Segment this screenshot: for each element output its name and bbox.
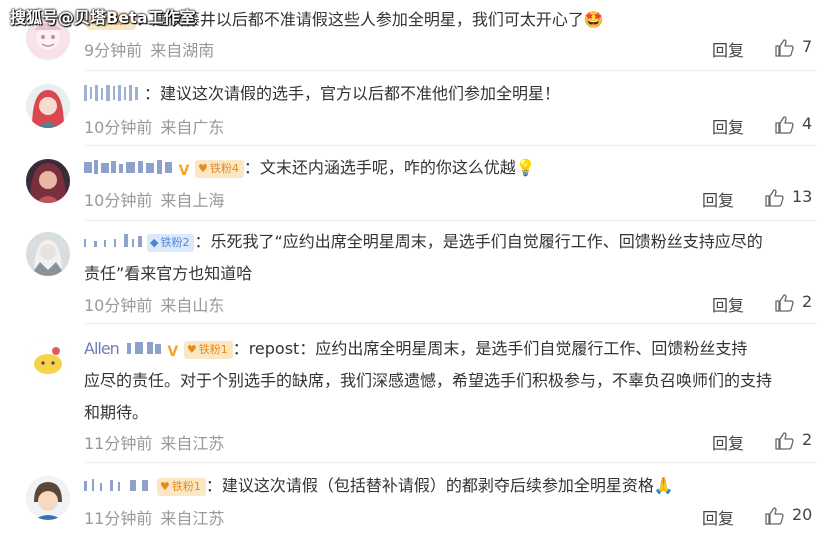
thumb-up-icon[interactable] [774,38,794,58]
blurred-username[interactable] [84,233,144,249]
comment-time: 10分钟前 [84,191,153,210]
comment-meta: 11分钟前 来自江苏 [84,430,224,454]
reply-button[interactable]: 回复 [702,187,734,211]
diamond-icon: ◆ [150,236,159,249]
avatar[interactable] [26,159,70,203]
comment-text: ：建议藤井以后都不准请假这些人参加全明星，我们可太开心了🤩 [135,10,604,29]
fan-badge-icon: ♥ [198,162,208,175]
comment-location: 来自江苏 [160,509,225,528]
comment-text-continued: 应尽的责任。对于个别选手的缺席，我们深感遗憾，希望选手们积极参与，不辜负召唤师们… [84,371,773,390]
divider [84,145,817,146]
divider [84,323,817,324]
comment-location: 来自湖南 [150,41,215,60]
blurred-username[interactable] [84,477,154,493]
fan-badge-label: 铁粉1 [171,480,201,493]
thumb-up-icon[interactable] [764,188,784,208]
avatar-image [26,476,70,520]
fan-badge[interactable]: ♥ 铁粉1 [157,478,206,496]
avatar-image [26,232,70,276]
blurred-username[interactable] [84,159,174,175]
fan-badge-label: 铁粉1 [198,343,228,356]
divider [84,70,817,71]
thumb-up-icon[interactable] [774,293,794,313]
v-badge-icon: V [167,344,179,360]
blurred-username[interactable] [126,340,163,356]
fan-badge-label: 铁粉4 [209,162,239,175]
avatar-image [26,159,70,203]
avatar[interactable] [26,84,70,128]
comment-time: 11分钟前 [84,509,153,528]
reply-button[interactable]: 回复 [712,37,744,61]
fan-badge-icon: ♥ [160,480,170,493]
comment-text: ：repost：应约出席全明星周末，是选手们自觉履行工作、回馈粉丝支持 [232,339,748,358]
like-count: 2 [802,292,813,311]
comment-location: 来自上海 [160,191,225,210]
avatar[interactable] [26,232,70,276]
username[interactable]: Allen [84,339,120,358]
comment-text: ：乐死我了“应约出席全明星周末，是选手们自觉履行工作、回馈粉丝支持应尽的 [194,232,763,251]
like-count: 4 [802,114,813,133]
like-count: 20 [792,505,813,524]
like-count: 7 [802,37,813,56]
avatar-image [26,84,70,128]
avatar[interactable] [26,337,70,381]
comment-meta: 9分钟前 来自湖南 [84,37,214,61]
comment-text-continued: 和期待。 [84,403,149,422]
fan-badge[interactable]: ♥ 铁粉4 [195,160,244,178]
thumb-up-icon[interactable] [774,115,794,135]
avatar[interactable] [26,476,70,520]
comment-location: 来自江苏 [160,434,225,453]
comment-time: 10分钟前 [84,118,153,137]
thumb-up-icon[interactable] [764,506,784,526]
comment-location: 来自山东 [160,296,225,315]
v-badge-icon: V [178,163,190,179]
comment-text: ：建议这次请假（包括替补请假）的都剥夺后续参加全明星资格🙏 [205,476,674,495]
thumb-up-icon[interactable] [774,431,794,451]
watermark: 搜狐号@贝塔Beta工作室 [10,8,196,27]
comment-meta: 10分钟前 来自广东 [84,114,224,138]
fan-badge[interactable]: ◆ 铁粉2 [147,234,195,252]
comment-time: 9分钟前 [84,41,143,60]
fan-badge[interactable]: ♥ 铁粉1 [183,341,233,359]
reply-button[interactable]: 回复 [712,114,744,138]
comment-text-continued: 责任”看来官方也知道哈 [84,264,253,283]
reply-button[interactable]: 回复 [712,430,744,454]
divider [84,220,817,221]
like-count: 13 [792,187,813,206]
fan-badge-label: 铁粉2 [160,236,190,249]
blurred-username[interactable] [84,85,144,101]
comment-meta: 11分钟前 来自江苏 [84,505,224,529]
like-count: 2 [802,430,813,449]
comment-text: ：建议这次请假的选手，官方以后都不准他们参加全明星！ [144,84,561,103]
comment-meta: 10分钟前 来自山东 [84,292,224,316]
reply-button[interactable]: 回复 [712,292,744,316]
reply-button[interactable]: 回复 [702,505,734,529]
fan-badge-icon: ♥ [186,343,197,356]
divider [84,462,817,463]
comment-time: 10分钟前 [84,296,153,315]
comment-time: 11分钟前 [84,434,153,453]
avatar-image [26,337,70,381]
comment-text: ：文末还内涵选手呢，咋的你这么优越💡 [243,158,536,177]
comment-location: 来自广东 [160,118,225,137]
comment-meta: 10分钟前 来自上海 [84,187,224,211]
